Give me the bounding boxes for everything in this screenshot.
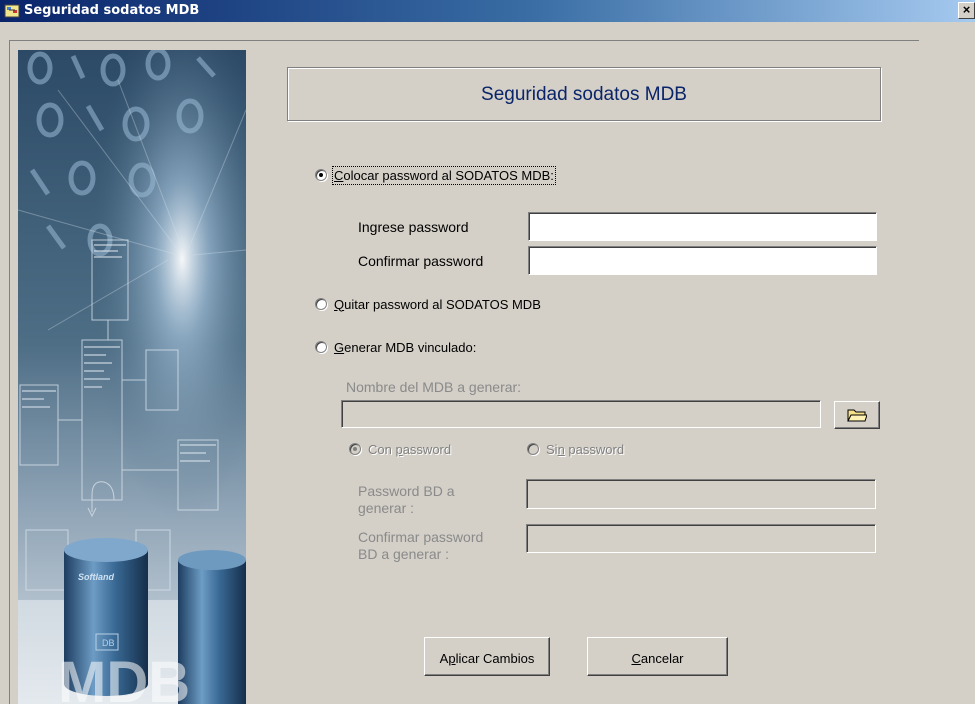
close-icon: × <box>962 2 971 17</box>
browse-folder-button[interactable] <box>834 401 880 429</box>
folder-icon <box>847 409 867 422</box>
db-password-field[interactable] <box>526 479 876 509</box>
radio-generate-linked-label[interactable]: Generar MDB vinculado: <box>334 340 476 355</box>
radio-with-password-indicator[interactable] <box>349 443 361 455</box>
confirm-password-field[interactable] <box>528 246 877 275</box>
cancel-button[interactable]: Cancelar <box>587 637 728 676</box>
mdb-name-field[interactable] <box>341 400 821 428</box>
db-label: DB <box>102 638 115 648</box>
app-icon <box>4 4 20 18</box>
radio-without-password[interactable]: Sin password <box>527 440 624 458</box>
enter-password-label: Ingrese password <box>358 219 469 235</box>
radio-remove-password-indicator[interactable] <box>315 298 327 310</box>
radio-without-password-indicator[interactable] <box>527 443 539 455</box>
radio-remove-password-label[interactable]: Quitar password al SODATOS MDB <box>334 297 541 312</box>
radio-set-password-label[interactable]: Colocar password al SODATOS MDB: <box>332 165 556 185</box>
radio-set-password-indicator[interactable] <box>315 169 327 181</box>
cancel-label: Cancelar <box>631 651 684 666</box>
radio-set-password[interactable]: Colocar password al SODATOS MDB: <box>315 165 556 185</box>
db-password-label: Password BD a generar : <box>358 483 455 516</box>
radio-generate-linked-indicator[interactable] <box>315 341 327 353</box>
apply-changes-label: Aplicar Cambios <box>439 651 535 666</box>
confirm-password-label: Confirmar password <box>358 253 484 269</box>
title-bar: Seguridad sodatos MDB × <box>0 0 975 22</box>
brand-label: Softland <box>78 572 114 582</box>
side-banner-image: Softland DB MDB <box>18 50 246 704</box>
apply-changes-button[interactable]: Aplicar Cambios <box>424 637 550 676</box>
radio-without-password-label[interactable]: Sin password <box>546 442 624 457</box>
header-title: Seguridad sodatos MDB <box>481 84 687 105</box>
db-confirm-password-label: Confirmar password BD a generar : <box>358 529 484 562</box>
db-confirm-password-field[interactable] <box>526 524 876 553</box>
mdb-name-label: Nombre del MDB a generar: <box>346 379 522 395</box>
radio-generate-linked[interactable]: Generar MDB vinculado: <box>315 338 476 356</box>
mdb-watermark: MDB <box>58 650 190 704</box>
header-panel: Seguridad sodatos MDB <box>287 67 881 121</box>
close-button[interactable]: × <box>958 2 975 19</box>
radio-with-password-label[interactable]: Con password <box>368 442 451 457</box>
enter-password-field[interactable] <box>528 212 877 241</box>
window-title: Seguridad sodatos MDB <box>24 3 200 18</box>
radio-with-password[interactable]: Con password <box>349 440 451 458</box>
radio-remove-password[interactable]: Quitar password al SODATOS MDB <box>315 295 541 313</box>
